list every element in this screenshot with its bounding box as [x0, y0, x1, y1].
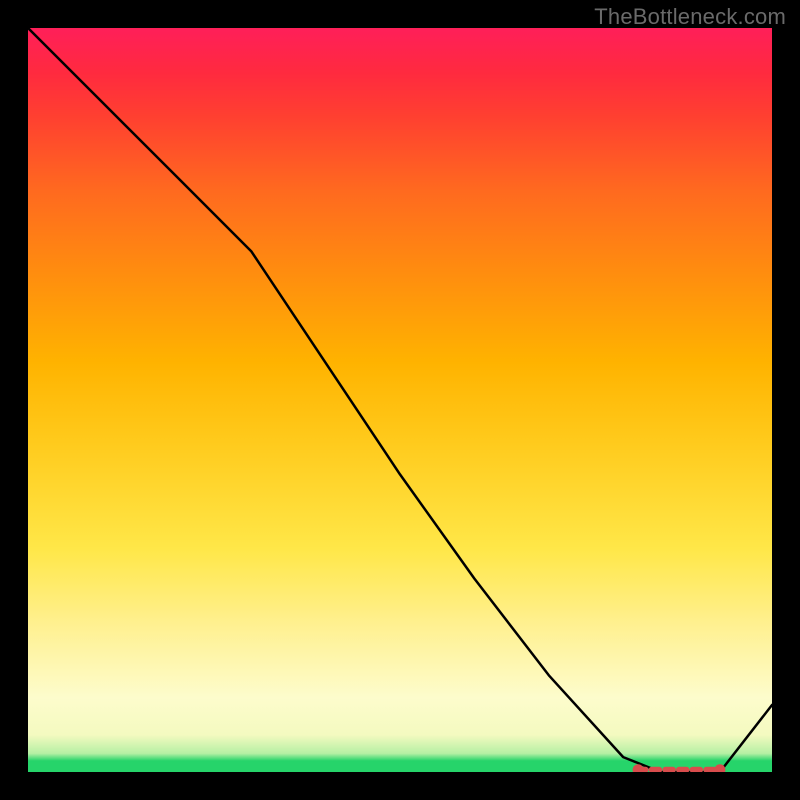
chart-frame: TheBottleneck.com	[0, 0, 800, 800]
plot-area	[28, 28, 772, 772]
chart-svg	[28, 28, 772, 772]
watermark-text: TheBottleneck.com	[594, 4, 786, 30]
